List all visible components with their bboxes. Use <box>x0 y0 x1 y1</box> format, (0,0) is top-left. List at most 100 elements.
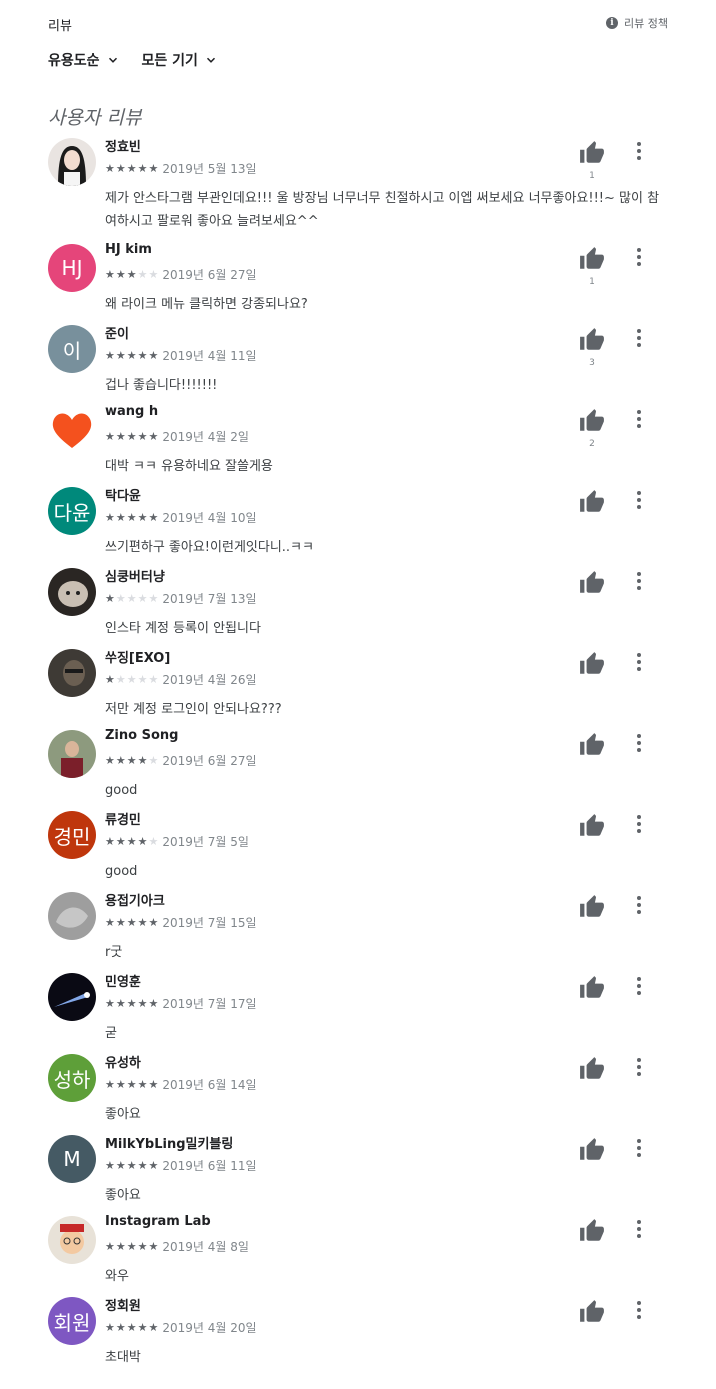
review-text: 좋아요 <box>105 1188 141 1203</box>
avatar[interactable]: 이 <box>48 325 96 373</box>
avatar[interactable] <box>48 892 96 940</box>
avatar[interactable] <box>48 568 96 616</box>
star-rating: ★ ★ ★ ★ ★ <box>105 348 158 362</box>
star-icon: ★ <box>148 161 159 175</box>
star-rating: ★ ★ ★ ★ ★ <box>105 267 159 281</box>
like-count: 1 <box>589 171 595 181</box>
star-icon: ★ <box>137 267 148 281</box>
rating-row: ★ ★ ★ ★ ★ 2019년 4월 2일 <box>105 428 249 445</box>
star-icon: ★ <box>115 1158 126 1172</box>
star-icon: ★ <box>115 1077 126 1091</box>
star-icon: ★ <box>105 1158 115 1172</box>
thumbs-up-icon[interactable] <box>579 1299 605 1325</box>
reviewer-name: Zino Song <box>105 728 179 743</box>
device-label: 모든 기기 <box>141 53 198 69</box>
thumbs-up-icon[interactable] <box>579 408 605 434</box>
avatar-initials: 다윤 <box>53 500 91 525</box>
star-icon: ★ <box>105 348 115 362</box>
thumbs-up-icon[interactable] <box>579 975 605 1001</box>
avatar[interactable] <box>48 138 96 186</box>
more-vertical-icon[interactable] <box>628 1299 650 1321</box>
reviewer-name: 탁다윤 <box>105 489 141 504</box>
reviewer-name: 심쿵버터냥 <box>105 570 165 585</box>
more-vertical-icon[interactable] <box>628 327 650 349</box>
more-vertical-icon[interactable] <box>628 894 650 916</box>
more-vertical-icon[interactable] <box>628 570 650 592</box>
thumbs-up-icon[interactable] <box>579 1056 605 1082</box>
more-vertical-icon[interactable] <box>628 732 650 754</box>
star-icon: ★ <box>148 753 159 767</box>
avatar[interactable]: 성하 <box>48 1054 96 1102</box>
avatar[interactable] <box>48 973 96 1021</box>
more-vertical-icon[interactable] <box>628 246 650 268</box>
review-item: 쑤징[EXO] ★ ★ ★ ★ ★ 2019년 4월 26일 저만 계정 로그인이 안되나요?… <box>0 645 716 726</box>
thumbs-up-icon[interactable] <box>579 246 605 272</box>
review-item: 성하 유성하 ★ ★ ★ ★ ★ 2019년 6월 14일 좋아요 <box>0 1050 716 1131</box>
info-icon: i <box>606 17 619 29</box>
review-date: 2019년 6월 11일 <box>162 1159 257 1173</box>
avatar[interactable]: M <box>48 1135 96 1183</box>
more-vertical-icon[interactable] <box>628 813 650 835</box>
star-icon: ★ <box>126 429 137 443</box>
thumbs-up-icon[interactable] <box>579 813 605 839</box>
avatar[interactable] <box>48 406 96 454</box>
review-item: 이 준이 ★ ★ ★ ★ ★ 2019년 4월 11일 겁나 좋습니다!!!!!!! 3 <box>0 321 716 402</box>
thumbs-up-icon[interactable] <box>579 651 605 677</box>
star-icon: ★ <box>126 915 137 929</box>
thumbs-up-icon[interactable] <box>579 732 605 758</box>
avatar[interactable] <box>48 649 96 697</box>
avatar[interactable]: 회원 <box>48 1297 96 1345</box>
review-policy-link[interactable]: i 리뷰 정책 <box>606 15 668 31</box>
star-icon: ★ <box>105 161 115 175</box>
star-icon: ★ <box>126 1158 137 1172</box>
thumbs-up-icon[interactable] <box>579 327 605 353</box>
device-dropdown[interactable]: 모든 기기 <box>142 50 218 70</box>
star-rating: ★ ★ ★ ★ ★ <box>105 1239 158 1253</box>
reviewer-name: 준이 <box>105 327 129 342</box>
star-icon: ★ <box>115 753 126 767</box>
person-photo-avatar <box>48 649 96 697</box>
avatar[interactable] <box>48 730 96 778</box>
avatar[interactable] <box>48 1216 96 1264</box>
more-vertical-icon[interactable] <box>628 651 650 673</box>
star-icon: ★ <box>148 996 159 1010</box>
star-icon: ★ <box>115 1239 126 1253</box>
more-vertical-icon[interactable] <box>628 1137 650 1159</box>
avatar-initials: 이 <box>62 338 82 363</box>
review-item: Zino Song ★ ★ ★ ★ ★ 2019년 6월 27일 good <box>0 726 716 807</box>
star-icon: ★ <box>148 834 159 848</box>
star-icon: ★ <box>148 267 159 281</box>
more-vertical-icon[interactable] <box>628 975 650 997</box>
review-date: 2019년 4월 2일 <box>162 430 249 444</box>
thumbs-up-icon[interactable] <box>579 1218 605 1244</box>
reviewer-name: 쑤징[EXO] <box>105 651 171 666</box>
thumbs-up-icon[interactable] <box>579 570 605 596</box>
star-icon: ★ <box>115 1320 126 1334</box>
avatar[interactable]: 경민 <box>48 811 96 859</box>
thumbs-up-icon[interactable] <box>579 894 605 920</box>
star-icon: ★ <box>105 429 115 443</box>
star-icon: ★ <box>126 996 137 1010</box>
star-icon: ★ <box>115 161 126 175</box>
star-icon: ★ <box>137 1239 148 1253</box>
more-vertical-icon[interactable] <box>628 1056 650 1078</box>
reviewer-name: 유성하 <box>105 1056 141 1071</box>
thumbs-up-icon[interactable] <box>579 140 605 166</box>
more-vertical-icon[interactable] <box>628 140 650 162</box>
star-rating: ★ ★ ★ ★ ★ <box>105 592 158 605</box>
review-item: 용접기아크 ★ ★ ★ ★ ★ 2019년 7월 15일 r굿 <box>0 888 716 969</box>
star-icon: ★ <box>105 834 115 848</box>
cartoon-photo-avatar <box>48 1216 96 1264</box>
more-vertical-icon[interactable] <box>628 489 650 511</box>
star-icon: ★ <box>105 1077 115 1091</box>
avatar[interactable]: HJ <box>48 244 96 292</box>
thumbs-up-icon[interactable] <box>579 1137 605 1163</box>
star-icon: ★ <box>137 915 148 929</box>
more-vertical-icon[interactable] <box>628 1218 650 1240</box>
sort-dropdown[interactable]: 유용도순 <box>48 50 120 70</box>
rating-row: ★ ★ ★ ★ ★ 2019년 6월 27일 <box>105 752 257 769</box>
more-vertical-icon[interactable] <box>628 408 650 430</box>
heart-avatar <box>48 406 96 454</box>
avatar[interactable]: 다윤 <box>48 487 96 535</box>
thumbs-up-icon[interactable] <box>579 489 605 515</box>
